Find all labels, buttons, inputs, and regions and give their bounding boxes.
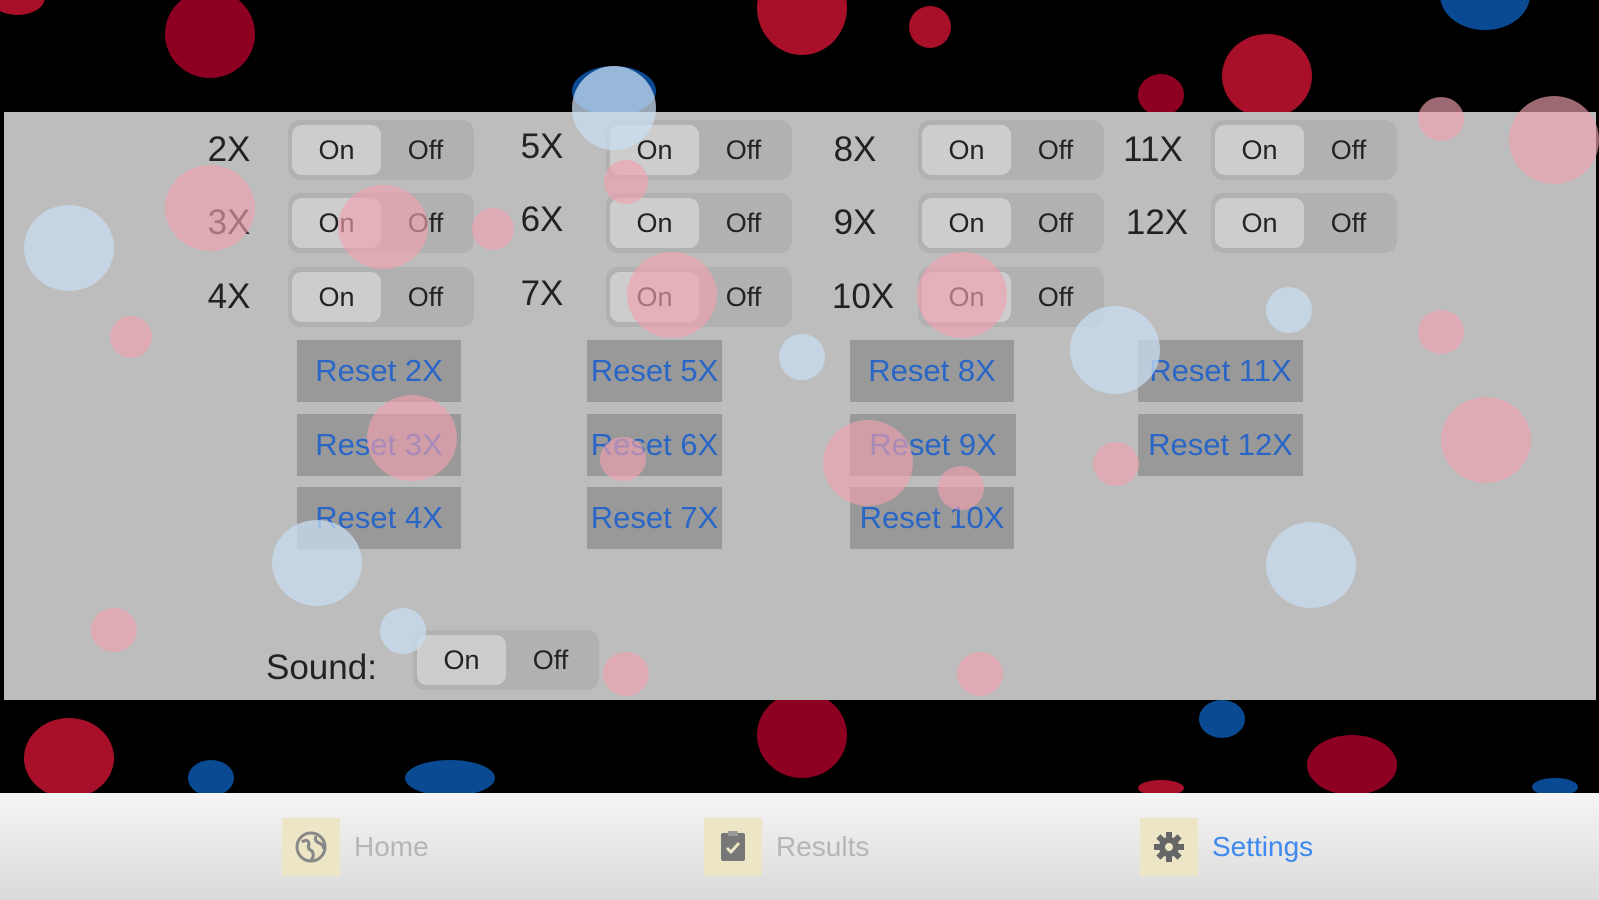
toggle-2x-on[interactable]: On [292, 125, 381, 175]
reset-5x-button[interactable]: Reset 5X [587, 340, 722, 402]
bubble [1199, 700, 1245, 738]
reset-7x-button[interactable]: Reset 7X [587, 487, 722, 549]
toggle-8x-off[interactable]: Off [1011, 125, 1100, 175]
toggle-7x-on[interactable]: On [610, 272, 699, 322]
sound-toggle-off[interactable]: Off [506, 635, 595, 685]
reset-10x-button[interactable]: Reset 10X [850, 487, 1014, 549]
toggle-3x-on[interactable]: On [292, 198, 381, 248]
sound-toggle: On Off [413, 630, 599, 690]
toggle-12x-off[interactable]: Off [1304, 198, 1393, 248]
tab-results-label: Results [776, 831, 870, 862]
toggle-11x: On Off [1211, 120, 1397, 180]
bubble [405, 760, 495, 796]
multiplier-label-5x: 5X [520, 127, 564, 166]
bubble [165, 0, 255, 78]
bubble [188, 760, 234, 796]
toggle-5x-on[interactable]: On [610, 125, 699, 175]
tab-settings[interactable]: Settings [1140, 817, 1313, 877]
toggle-6x: On Off [606, 193, 792, 253]
tab-results[interactable]: Results [704, 817, 869, 877]
checklist-icon [704, 818, 762, 876]
toggle-10x: On Off [918, 267, 1104, 327]
toggle-3x-off[interactable]: Off [381, 198, 470, 248]
globe-icon [282, 818, 340, 876]
sound-toggle-on[interactable]: On [417, 635, 506, 685]
toggle-8x-on[interactable]: On [922, 125, 1011, 175]
reset-8x-button[interactable]: Reset 8X [850, 340, 1014, 402]
bubble [1138, 74, 1184, 116]
reset-2x-button[interactable]: Reset 2X [297, 340, 461, 402]
toggle-9x: On Off [918, 193, 1104, 253]
reset-3x-button[interactable]: Reset 3X [297, 414, 461, 476]
multiplier-label-12x: 12X [1125, 203, 1189, 242]
multiplier-label-7x: 7X [520, 274, 564, 313]
toggle-2x-off[interactable]: Off [381, 125, 470, 175]
toggle-7x: On Off [606, 267, 792, 327]
toggle-4x-on[interactable]: On [292, 272, 381, 322]
multiplier-label-9x: 9X [833, 203, 877, 242]
multiplier-label-2x: 2X [207, 130, 251, 169]
toggle-7x-off[interactable]: Off [699, 272, 788, 322]
gear-icon [1140, 818, 1198, 876]
bubble [24, 718, 114, 798]
toggle-10x-on[interactable]: On [922, 272, 1011, 322]
bubble [1222, 34, 1312, 118]
toggle-2x: On Off [288, 120, 474, 180]
toggle-11x-on[interactable]: On [1215, 125, 1304, 175]
reset-9x-button[interactable]: Reset 9X [850, 414, 1016, 476]
multiplier-label-6x: 6X [520, 200, 564, 239]
reset-4x-button[interactable]: Reset 4X [297, 487, 461, 549]
bubble [757, 692, 847, 778]
toggle-11x-off[interactable]: Off [1304, 125, 1393, 175]
multiplier-label-4x: 4X [207, 277, 251, 316]
multiplier-label-8x: 8X [833, 130, 877, 169]
reset-12x-button[interactable]: Reset 12X [1138, 414, 1303, 476]
tab-bar: Home Results Settings [0, 793, 1599, 900]
bubble [909, 6, 951, 48]
sound-label: Sound: [266, 648, 377, 687]
multiplier-label-10x: 10X [831, 277, 895, 316]
toggle-10x-off[interactable]: Off [1011, 272, 1100, 322]
reset-11x-button[interactable]: Reset 11X [1138, 340, 1303, 402]
toggle-9x-on[interactable]: On [922, 198, 1011, 248]
bubble [572, 66, 656, 116]
multiplier-label-11x: 11X [1123, 130, 1183, 169]
toggle-5x: On Off [606, 120, 792, 180]
toggle-9x-off[interactable]: Off [1011, 198, 1100, 248]
multiplier-label-3x: 3X [207, 203, 251, 242]
toggle-12x-on[interactable]: On [1215, 198, 1304, 248]
toggle-6x-on[interactable]: On [610, 198, 699, 248]
toggle-8x: On Off [918, 120, 1104, 180]
tab-home-label: Home [354, 831, 429, 862]
toggle-4x-off[interactable]: Off [381, 272, 470, 322]
tab-home[interactable]: Home [282, 817, 429, 877]
toggle-4x: On Off [288, 267, 474, 327]
bubble [0, 0, 45, 15]
bubble [1440, 0, 1530, 30]
toggle-6x-off[interactable]: Off [699, 198, 788, 248]
tab-settings-label: Settings [1212, 831, 1314, 862]
toggle-12x: On Off [1211, 193, 1397, 253]
toggle-5x-off[interactable]: Off [699, 125, 788, 175]
toggle-3x: On Off [288, 193, 474, 253]
bubble [757, 0, 847, 55]
bubble [1307, 735, 1397, 795]
reset-6x-button[interactable]: Reset 6X [587, 414, 722, 476]
